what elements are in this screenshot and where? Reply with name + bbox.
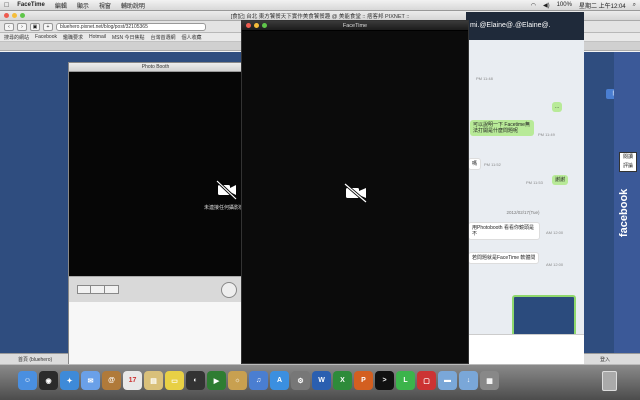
mail-icon[interactable]: ✉ — [81, 371, 100, 390]
no-camera-icon — [216, 180, 238, 200]
clock[interactable]: 星期二 上午12:04 — [579, 1, 626, 10]
facetime-title: FaceTime — [342, 22, 368, 29]
chat-timestamp: PM 11:52 — [484, 162, 501, 167]
url-field[interactable]: bluehero.pixnet.net/blog/post/32105365 — [56, 22, 206, 31]
chat-bubble: ... — [552, 102, 563, 112]
facetime-icon[interactable]: ▶ — [207, 371, 226, 390]
chat-timestamp: PM 11:53 — [526, 180, 543, 185]
menu-bar:  FaceTime 編輯 顯示 視窗 輔助說明 ◠ ◀) 100% 星期二 上… — [0, 0, 640, 11]
downloads-icon[interactable]: ↓ — [459, 371, 478, 390]
bookmark-item[interactable]: 鑑職要求 — [63, 34, 83, 41]
chat-timestamp: AM 12:00 — [546, 262, 564, 267]
dock: ☺ ◉ ✦ ✉ @17 ▤ ▭ ◐ ▶ ☼ ♫ A ⚙ W X P > L ▢ ▬ ↓ ▦ — [0, 364, 640, 400]
terminal-icon[interactable]: > — [375, 371, 394, 390]
dashboard-icon[interactable]: ◉ — [39, 371, 58, 390]
photobooth-strip — [69, 302, 244, 365]
no-camera-icon — [344, 183, 367, 203]
strip-view-button[interactable] — [105, 285, 119, 294]
app-icon-1[interactable]: ▢ — [417, 371, 436, 390]
status-left[interactable]: 首頁 (bluehero) — [18, 356, 52, 363]
system-prefs-icon[interactable]: ⚙ — [291, 371, 310, 390]
documents-icon[interactable]: ▦ — [480, 371, 499, 390]
trash-icon[interactable] — [602, 371, 617, 391]
share-icon[interactable]: ▣ — [30, 22, 40, 31]
view-mode-segment — [77, 285, 119, 294]
bookmark-item[interactable]: MSN 今日焦點 — [112, 34, 145, 41]
chat-header: mi.@Elaine@.@Elaine@. — [466, 12, 584, 40]
chat-bubble: 可以說明一下 Facetime無法打開是什麼問題呢 — [470, 120, 534, 136]
battery-percent[interactable]: 100% — [557, 2, 572, 8]
photobooth-window: Photo Booth 未連接任何攝影機 — [68, 62, 244, 365]
photobooth-title: Photo Booth — [69, 63, 242, 72]
back-button[interactable]: ‹ — [4, 22, 14, 31]
safari-icon[interactable]: ✦ — [60, 371, 79, 390]
preview-icon[interactable]: ▤ — [144, 371, 163, 390]
chat-timestamp: PM 11:48 — [476, 76, 493, 81]
bookmark-item[interactable]: Hotmail — [89, 34, 106, 40]
facetime-window: FaceTime — [241, 20, 469, 364]
chat-body: ... PM 11:48 可以說明一下 Facetime無法打開是什麼問題呢 P… — [466, 40, 584, 350]
grid-view-button[interactable] — [77, 285, 91, 294]
finder-icon[interactable]: ☺ — [18, 371, 37, 390]
menu-view[interactable]: 顯示 — [77, 1, 89, 10]
chat-bubble: 嗎 — [468, 158, 482, 170]
chat-input[interactable] — [466, 334, 584, 364]
bookmark-item[interactable]: 台灣首選網 — [150, 34, 175, 41]
chat-date-separator: 2012/02/17(Tue) — [506, 210, 540, 215]
facetime-titlebar: FaceTime — [242, 21, 468, 31]
page-left-area — [0, 52, 70, 364]
app-store-icon[interactable]: A — [270, 371, 289, 390]
add-icon[interactable]: + — [43, 22, 53, 31]
bookmark-item[interactable]: Facebook — [35, 34, 57, 40]
stickies-icon[interactable]: ▭ — [165, 371, 184, 390]
single-view-button[interactable] — [91, 285, 105, 294]
photobooth-message: 未連接任何攝影機 — [204, 205, 245, 211]
menu-edit[interactable]: 編輯 — [55, 1, 67, 10]
chat-window: mi.@Elaine@.@Elaine@. ... PM 11:48 可以說明一… — [466, 12, 584, 364]
photos-icon[interactable]: ☼ — [228, 371, 247, 390]
apple-menu-icon[interactable]:  — [4, 2, 9, 9]
word-icon[interactable]: W — [312, 371, 331, 390]
facebook-sidebar: 閱讀 評論 facebook — [614, 52, 640, 364]
spotlight-icon[interactable]: ⌕ — [633, 2, 636, 9]
chat-bubble: 謝謝 — [552, 175, 569, 185]
chat-bubble: 用Photobooth 看看你鏡頭是不 — [468, 222, 540, 240]
chat-timestamp: PM 11:49 — [538, 132, 555, 137]
volume-icon[interactable]: ◀) — [543, 2, 550, 9]
bookmark-item[interactable]: 搜尋的網站 — [4, 34, 29, 41]
chat-timestamp: AM 12:00 — [546, 230, 564, 235]
shutter-button[interactable] — [221, 282, 237, 298]
photobooth-icon[interactable]: ◐ — [186, 371, 205, 390]
excel-icon[interactable]: X — [333, 371, 352, 390]
calendar-icon[interactable]: 17 — [123, 371, 142, 390]
menu-app-name[interactable]: FaceTime — [17, 2, 45, 8]
wifi-icon[interactable]: ◠ — [531, 2, 536, 9]
itunes-icon[interactable]: ♫ — [249, 371, 268, 390]
address-book-icon[interactable]: @ — [102, 371, 121, 390]
photobooth-toolbar — [69, 276, 244, 302]
line-icon[interactable]: L — [396, 371, 415, 390]
bookmark-item[interactable]: 個人收藏 — [181, 34, 201, 41]
powerpoint-icon[interactable]: P — [354, 371, 373, 390]
side-box[interactable]: 閱讀 評論 — [619, 152, 637, 172]
menubar-status: ◠ ◀) 100% 星期二 上午12:04 ⌕ — [531, 1, 636, 10]
chat-bubble: 若問題就是FaceTime 軟體問 — [468, 252, 540, 264]
forward-button[interactable]: › — [17, 22, 27, 31]
status-login[interactable]: 登入 — [600, 356, 610, 363]
folder-icon[interactable]: ▬ — [438, 371, 457, 390]
menu-window[interactable]: 視窗 — [99, 1, 111, 10]
facebook-logo[interactable]: facebook — [618, 177, 638, 237]
dock-icons: ☺ ◉ ✦ ✉ @17 ▤ ▭ ◐ ▶ ☼ ♫ A ⚙ W X P > L ▢ ▬ ↓ ▦ — [18, 371, 499, 390]
photobooth-preview: 未連接任何攝影機 — [69, 72, 244, 276]
menu-help[interactable]: 輔助說明 — [121, 1, 145, 10]
